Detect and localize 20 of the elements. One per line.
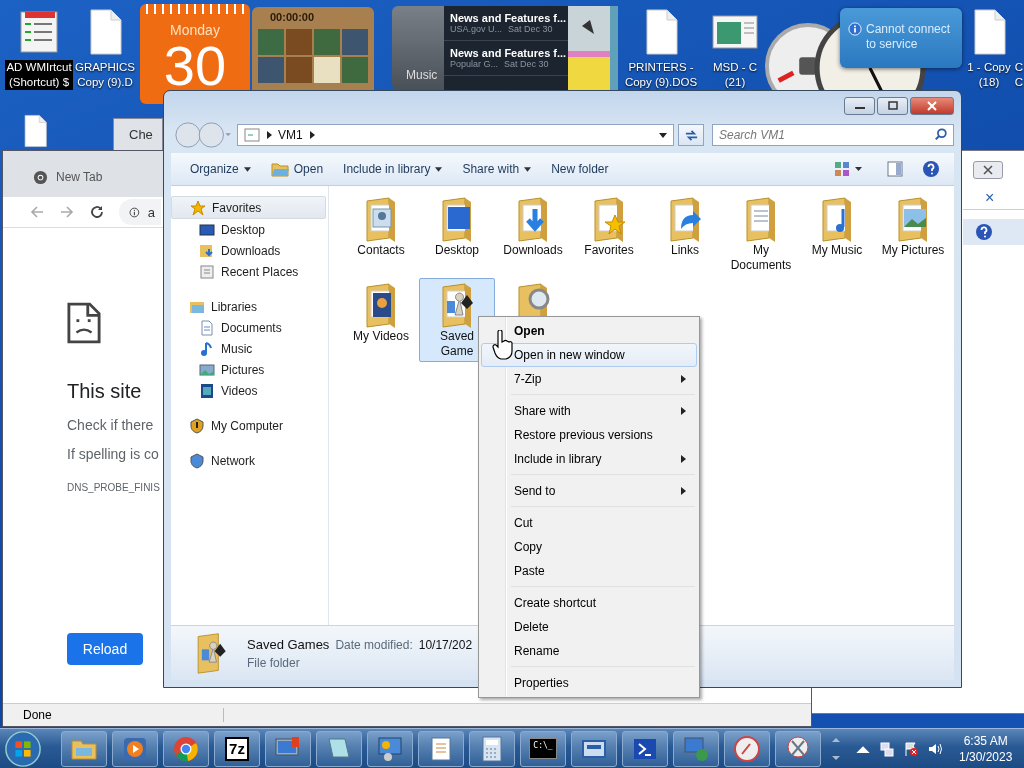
feed-date: Sat Dec 30 (508, 24, 553, 34)
error-code: DNS_PROBE_FINIS (67, 482, 160, 493)
selected-name: Saved Games (247, 636, 330, 652)
date-value: 10/17/202 (418, 637, 473, 652)
notification-text: Cannot connect to service (866, 22, 952, 53)
error-text: If spelling is co (67, 446, 159, 462)
feed-source: USA.gov U... (450, 24, 503, 34)
feed-source: Popular G... (450, 59, 499, 69)
weekday-label: Monday (170, 22, 220, 38)
type-text: File folder (247, 655, 301, 670)
music-label: Music (406, 68, 438, 82)
day-number: 30 (163, 38, 227, 94)
feed-date: Sat Dec 30 (504, 59, 549, 69)
error-heading: This site (67, 380, 142, 403)
time-text: 6:35 AM (963, 732, 1008, 749)
status-text: Done (3, 708, 224, 722)
error-text: Check if there (67, 417, 154, 433)
date-label: Date modified: (335, 637, 413, 652)
timer-text: 00:00:00 (270, 11, 315, 23)
date-text: 1/30/2023 (959, 748, 1013, 765)
